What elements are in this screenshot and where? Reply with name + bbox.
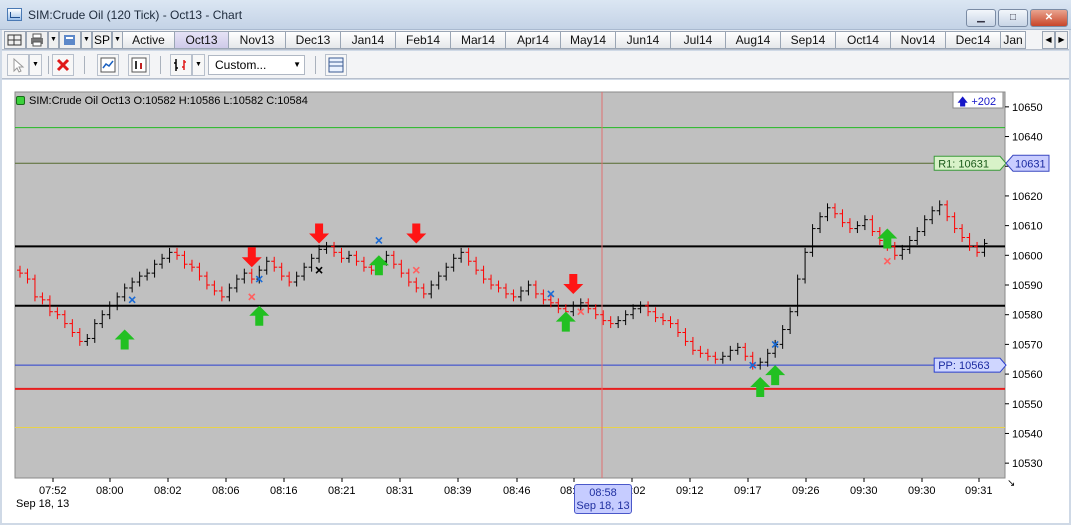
chart-app-icon	[7, 8, 22, 21]
axis-price-label: 10631	[1015, 158, 1046, 170]
level-label: PP: 10563	[938, 360, 989, 372]
instrument-selector[interactable]: SP	[92, 31, 112, 49]
x-axis-tick-label: 09:17	[734, 485, 762, 497]
indicators-icon[interactable]	[97, 54, 119, 76]
window-title: SIM:Crude Oil (120 Tick) - Oct13 - Chart	[28, 8, 243, 22]
toolbar-separator	[48, 56, 49, 74]
chart-style-dropdown-icon[interactable]: ▼	[192, 54, 205, 76]
level-label: R1: 10631	[938, 158, 989, 170]
minimize-button[interactable]: ▁	[966, 9, 996, 27]
status-dot-icon	[16, 96, 25, 105]
y-axis-tick-label: 10650	[1012, 102, 1043, 114]
grid-icon[interactable]	[4, 31, 26, 49]
x-axis-tick-label: 08:06	[212, 485, 240, 497]
tab-nov13[interactable]: Nov13	[229, 31, 286, 49]
x-axis-tick-label: 09:26	[792, 485, 820, 497]
tab-dec14[interactable]: Dec14	[946, 31, 1001, 49]
maximize-button[interactable]: □	[998, 9, 1028, 27]
tab-oct14[interactable]: Oct14	[836, 31, 891, 49]
tab-dec13[interactable]: Dec13	[286, 31, 341, 49]
x-axis-tick-label: 08:46	[503, 485, 531, 497]
y-axis-tick-label: 10560	[1012, 369, 1043, 381]
pointer-dropdown-icon[interactable]: ▼	[29, 54, 42, 76]
tab-active[interactable]: Active	[123, 31, 175, 49]
tab-mar14[interactable]: Mar14	[451, 31, 506, 49]
data-box-icon[interactable]	[325, 54, 347, 76]
y-axis-tick-label: 10610	[1012, 221, 1043, 233]
print-dropdown-icon[interactable]: ▼	[48, 31, 59, 49]
template-select[interactable]: Custom... ▼	[208, 55, 305, 75]
title-bar: SIM:Crude Oil (120 Tick) - Oct13 - Chart…	[0, 0, 1071, 30]
y-axis-tick-label: 10620	[1012, 191, 1043, 203]
tab-jul14[interactable]: Jul14	[671, 31, 726, 49]
x-axis-tick-label: 08:31	[386, 485, 414, 497]
y-axis-tick-label: 10540	[1012, 428, 1043, 440]
chart-date-label: Sep 18, 13	[16, 498, 70, 510]
x-axis-tick-label: 07:52	[39, 485, 67, 497]
remove-drawings-icon[interactable]	[52, 54, 74, 76]
instrument-dropdown-icon[interactable]: ▼	[81, 31, 92, 49]
tab-sep14[interactable]: Sep14	[781, 31, 836, 49]
y-axis-tick-label: 10600	[1012, 250, 1043, 262]
plot-background	[14, 91, 1006, 479]
x-axis-tick-label: 09:30	[908, 485, 936, 497]
tab-aug14[interactable]: Aug14	[726, 31, 781, 49]
contract-tab-bar: ▼ ▼ SP ▼ Active Oct13 Nov13 Dec13 Jan14 Feb14…	[2, 30, 1069, 50]
y-axis-tick-label: 10570	[1012, 339, 1043, 351]
cursor-time-box: 08:58 Sep 18, 13	[574, 484, 632, 514]
position-indicator: 🡅 +202	[957, 93, 996, 112]
cursor-date: Sep 18, 13	[576, 500, 630, 512]
tab-scroll-left-icon[interactable]: ◀	[1042, 31, 1055, 49]
tab-scroll-right-icon[interactable]: ▶	[1055, 31, 1068, 49]
instrument-icon[interactable]	[59, 31, 81, 49]
chart-toolbar: ▼ ▼ Custom... ▼	[2, 51, 1069, 79]
resize-grip-icon[interactable]: ↘	[1007, 478, 1017, 489]
x-axis-tick-label: 09:30	[850, 485, 878, 497]
chart-style-icon[interactable]	[170, 54, 192, 76]
tab-feb14[interactable]: Feb14	[396, 31, 451, 49]
tab-may14[interactable]: May14	[561, 31, 616, 49]
ohlc-readout: SIM:Crude Oil Oct13 O:10582 H:10586 L:10…	[29, 95, 308, 107]
tab-jun14[interactable]: Jun14	[616, 31, 671, 49]
y-axis-tick-label: 10550	[1012, 399, 1043, 411]
strategies-icon[interactable]	[128, 54, 150, 76]
tab-oct13[interactable]: Oct13	[175, 31, 229, 49]
chevron-down-icon: ▼	[293, 60, 301, 69]
y-axis-tick-label: 10640	[1012, 132, 1043, 144]
y-axis-tick-label: 10580	[1012, 310, 1043, 322]
close-button[interactable]: ✕	[1030, 9, 1068, 27]
arrow-up-icon: 🡅	[957, 96, 969, 108]
template-select-value: Custom...	[215, 58, 267, 72]
toolbar-separator	[160, 56, 161, 74]
toolbar-separator	[315, 56, 316, 74]
position-value: +202	[971, 96, 997, 108]
x-axis-tick-label: 08:16	[270, 485, 298, 497]
y-axis-tick-label: 10530	[1012, 458, 1043, 470]
instrument-selector-dropdown-icon[interactable]: ▼	[112, 31, 123, 49]
x-axis-tick-label: 09:31	[965, 485, 993, 497]
chart-panel[interactable]: 1065010640106301062010610106001059010580…	[2, 80, 1069, 523]
cursor-time: 08:58	[589, 487, 617, 499]
chart-info-label: SIM:Crude Oil Oct13 O:10582 H:10586 L:10…	[16, 95, 308, 107]
x-axis-tick-label: 08:00	[96, 485, 124, 497]
tab-nov14[interactable]: Nov14	[891, 31, 946, 49]
pointer-icon[interactable]	[7, 54, 29, 76]
tab-jan14[interactable]: Jan14	[341, 31, 396, 49]
x-axis-tick-label: 08:02	[154, 485, 182, 497]
x-axis-tick-label: 08:21	[328, 485, 356, 497]
y-axis-tick-label: 10590	[1012, 280, 1043, 292]
tab-apr14[interactable]: Apr14	[506, 31, 561, 49]
print-icon[interactable]	[26, 31, 48, 49]
tab-jan[interactable]: Jan	[1001, 31, 1026, 49]
x-axis-tick-label: 08:39	[444, 485, 472, 497]
price-chart[interactable]: 1065010640106301062010610106001059010580…	[2, 80, 1069, 523]
x-axis-tick-label: 09:12	[676, 485, 704, 497]
toolbar-separator	[84, 56, 85, 74]
